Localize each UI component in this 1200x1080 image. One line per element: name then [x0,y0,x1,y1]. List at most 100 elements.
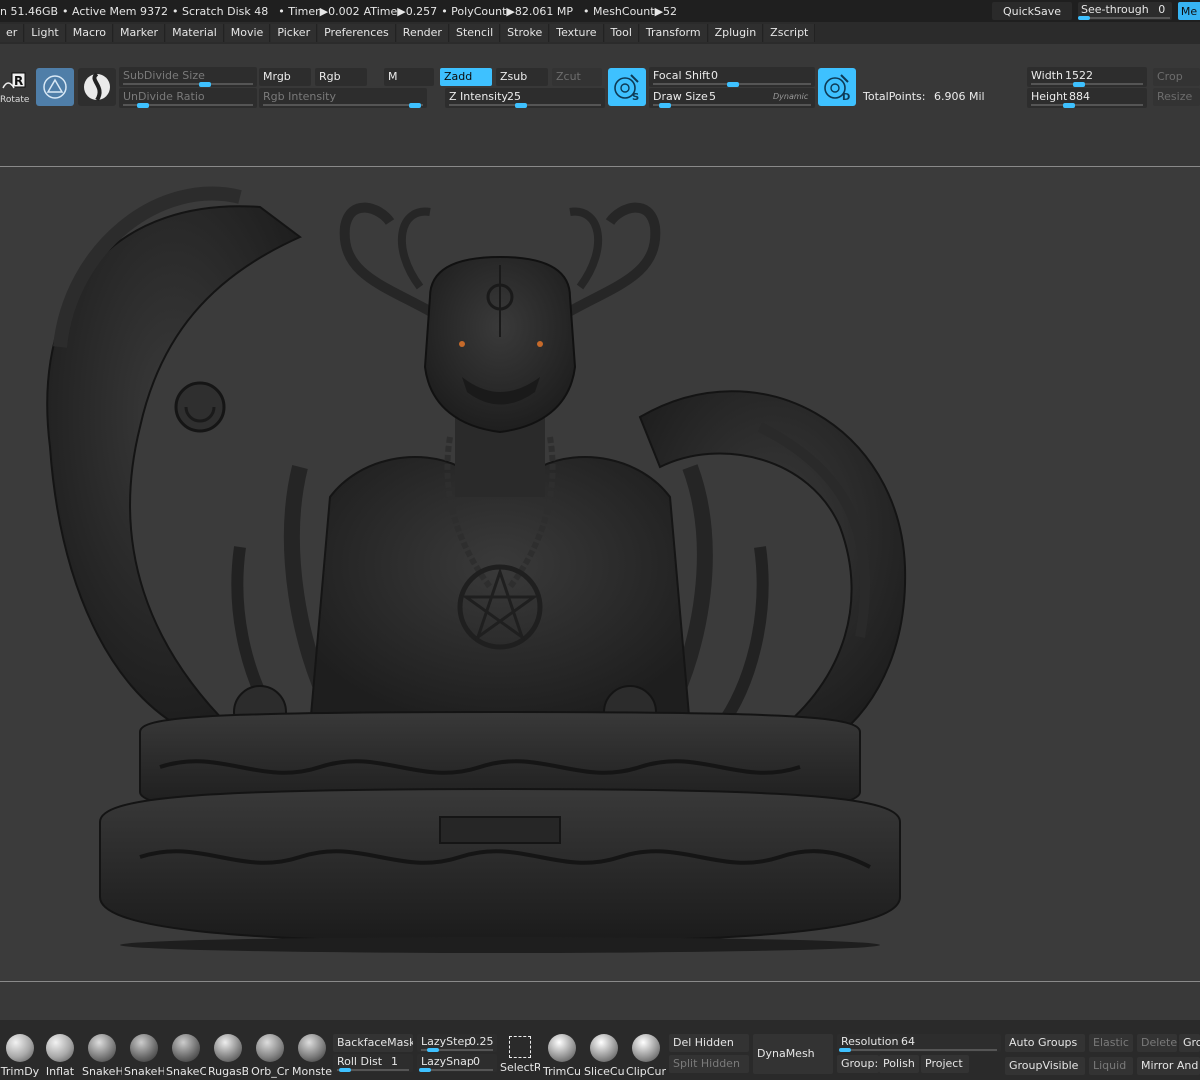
crop-button[interactable]: Crop [1153,68,1200,86]
menu-item-material[interactable]: Material [166,24,224,42]
brush-snakehook[interactable]: SnakeH [82,1034,122,1078]
menu-item-transform[interactable]: Transform [639,24,708,42]
project-button[interactable]: Project [921,1055,969,1073]
slice-curve-tool[interactable]: SliceCu [584,1034,624,1078]
skull-brush-icon [130,1034,158,1062]
m-button[interactable]: M [384,68,434,86]
roll-dist-slider[interactable]: Roll Dist 1 [333,1054,413,1072]
groups-split-button[interactable]: Grc [1179,1034,1200,1052]
clip-curve-tool[interactable]: ClipCur [626,1034,666,1078]
menu-item-preferences[interactable]: Preferences [318,24,396,42]
svg-text:R: R [14,74,23,88]
brush-trimdynamic[interactable]: TrimDy [0,1034,40,1078]
menu-item-tool[interactable]: Tool [604,24,639,42]
sphere-brush-icon [6,1034,34,1062]
zcut-button[interactable]: Zcut [552,68,602,86]
edit-mode-button[interactable] [36,68,74,106]
undivide-ratio-label: UnDivide Ratio [123,90,205,103]
menu-item-texture[interactable]: Texture [550,24,604,42]
trim-curve-tool[interactable]: TrimCu [542,1034,582,1078]
bottom-shelf: ▲▼ TrimDy Inflat SnakeH SnakeH SnakeC Ru… [0,982,1200,1080]
rotate-button[interactable]: R Rotate [0,70,30,106]
material-button[interactable] [78,68,116,106]
brush-label: TrimDy [0,1065,40,1078]
group-visible-button[interactable]: GroupVisible [1005,1057,1085,1075]
mirror-and-weld-button[interactable]: Mirror And [1137,1057,1200,1075]
focal-shift-slider[interactable]: Focal Shift 0 [649,67,815,87]
brush-label: SnakeC [166,1065,206,1078]
subdivide-size-slider[interactable]: SubDivide Size [119,67,257,87]
menu-item-zplugin[interactable]: Zplugin [708,24,764,42]
menu-item-movie[interactable]: Movie [224,24,271,42]
menu-item-stroke[interactable]: Stroke [501,24,550,42]
see-through-label: See-through [1081,3,1149,16]
width-slider[interactable]: Width 1522 [1027,67,1147,87]
meshcount-stat: • MeshCount▶52 [582,4,678,18]
see-through-slider[interactable]: See-through 0 [1078,2,1172,20]
delete-button[interactable]: Delete [1137,1034,1177,1052]
rgb-button[interactable]: Rgb [315,68,367,86]
document-canvas[interactable] [0,167,1200,981]
lazysnap-slider[interactable]: LazySnap 0 [417,1054,497,1072]
resolution-slider[interactable]: Resolution 64 [837,1034,1001,1052]
brush-rugas[interactable]: RugasB [208,1034,248,1078]
menu-item-picker[interactable]: Picker [271,24,318,42]
groups-button[interactable]: Group: [837,1055,879,1073]
draw-size-value: 5 [709,90,716,103]
brush-snakecurve[interactable]: SnakeC [166,1034,206,1078]
polycount-stat: • PolyCount▶82.061 MP [441,4,573,18]
polish-button[interactable]: Polish [879,1055,919,1073]
elastic-button[interactable]: Elastic [1089,1034,1133,1052]
del-hidden-button[interactable]: Del Hidden [669,1034,749,1052]
timer-stat: • Timer▶0.002 [278,4,360,18]
menu-item-zscript[interactable]: Zscript [764,24,816,42]
brush-label: Inflat [45,1065,75,1078]
scratch-disk-stat: • Scratch Disk 48 [172,4,269,18]
brush-orb-cracks[interactable]: Orb_Cr [250,1034,290,1078]
quicksave-button[interactable]: QuickSave [992,2,1072,20]
status-bar: n 51.46GB • Active Mem 9372 • Scratch Di… [0,0,1200,22]
zsub-button[interactable]: Zsub [496,68,548,86]
split-hidden-button[interactable]: Split Hidden [669,1055,749,1073]
height-slider[interactable]: Height 884 [1027,88,1147,108]
brush-snakehook2[interactable]: SnakeH [124,1034,164,1078]
material-sphere-icon [84,72,110,102]
liquid-button[interactable]: Liquid [1089,1057,1133,1075]
rgb-intensity-slider[interactable]: Rgb Intensity [259,88,427,108]
lazystep-label: LazyStep [421,1035,472,1048]
resolution-label: Resolution [841,1035,899,1048]
brush-s-icon: S [614,74,639,103]
active-mem-stat: • Active Mem 9372 [62,4,169,18]
undivide-ratio-slider[interactable]: UnDivide Ratio [119,88,257,108]
height-label: Height [1031,90,1068,103]
menu-item-marker[interactable]: Marker [114,24,166,42]
zadd-button[interactable]: Zadd [440,68,492,86]
lazystep-value: 0.25 [469,1035,494,1048]
dynamesh-button[interactable]: DynaMesh [753,1034,833,1074]
auto-groups-button[interactable]: Auto Groups [1005,1034,1085,1052]
select-rect-tool[interactable]: SelectRe [500,1034,540,1074]
menu-item[interactable]: er [0,24,25,42]
select-rect-icon [509,1036,531,1058]
menu-toggle-button[interactable]: Me [1178,2,1200,20]
lazysnap-value: 0 [473,1055,480,1068]
dynamic-toggle[interactable]: Dynamic [773,92,808,101]
d-badge: D [842,92,850,103]
draw-d-button[interactable]: D [818,68,856,106]
draw-size-slider[interactable]: Draw Size 5 Dynamic [649,88,815,108]
z-intensity-slider[interactable]: Z Intensity 25 [445,88,605,108]
backface-mask-button[interactable]: BackfaceMask [333,1034,413,1052]
menu-item-stencil[interactable]: Stencil [449,24,501,42]
brush-inflat[interactable]: Inflat [40,1034,80,1078]
focal-shift-button[interactable]: S [608,68,646,106]
menu-item-render[interactable]: Render [396,24,449,42]
mrgb-button[interactable]: Mrgb [259,68,311,86]
resize-button[interactable]: Resize [1153,88,1200,106]
ear-brush-icon [298,1034,326,1062]
z-intensity-label: Z Intensity [449,90,508,103]
brush-monster[interactable]: Monste [292,1034,332,1078]
lazystep-slider[interactable]: LazyStep 0.25 [417,1034,497,1052]
slice-curve-icon [590,1034,618,1062]
menu-item-macro[interactable]: Macro [66,24,114,42]
menu-item-light[interactable]: Light [25,24,66,42]
